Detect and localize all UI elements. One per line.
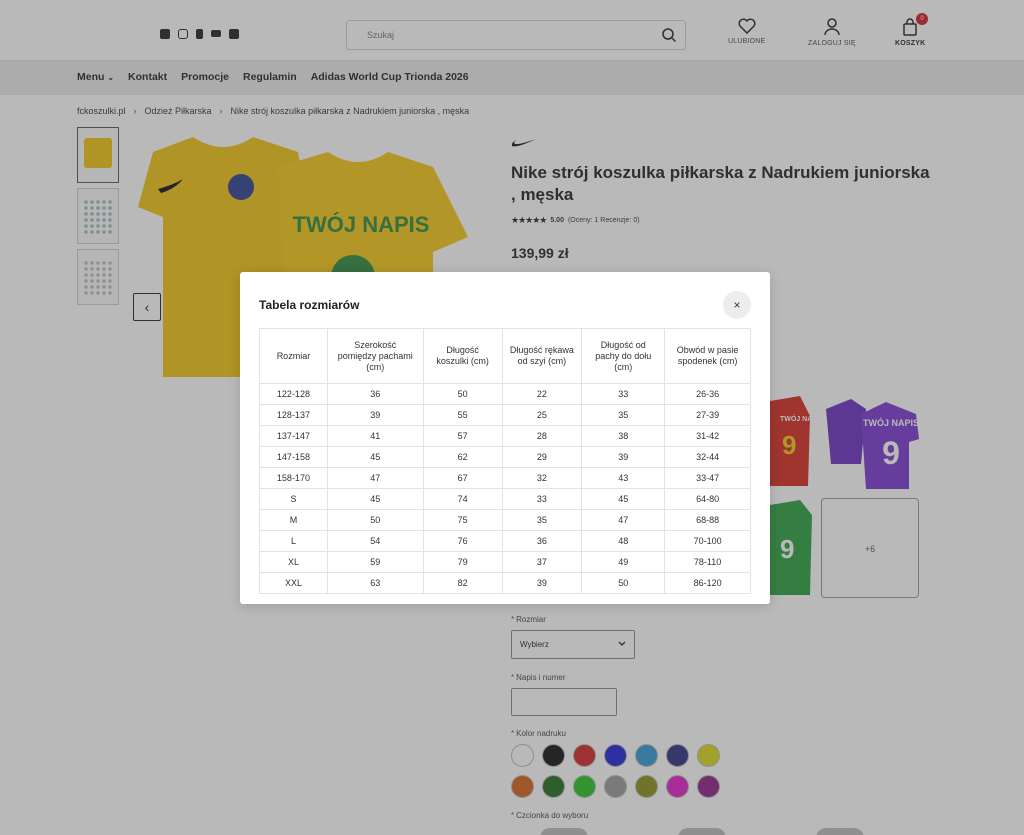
table-cell: 47 [581, 509, 666, 531]
table-cell: 39 [581, 446, 666, 468]
column-header: Długość koszulki (cm) [422, 328, 503, 384]
table-cell: 25 [501, 404, 583, 426]
table-row: XL 59 79 37 49 78-110 [259, 551, 751, 573]
table-cell: 22 [501, 383, 583, 405]
table-cell: 32-44 [664, 446, 751, 468]
table-cell: XXL [259, 572, 328, 594]
table-cell: 64-80 [664, 488, 751, 510]
table-cell: 43 [581, 467, 666, 489]
modal-title: Tabela rozmiarów [259, 298, 360, 312]
table-cell: 79 [422, 551, 503, 573]
table-cell: 32 [501, 467, 583, 489]
table-cell: L [259, 530, 328, 552]
table-cell: 36 [501, 530, 583, 552]
table-cell: 122-128 [259, 383, 328, 405]
table-cell: 48 [581, 530, 666, 552]
table-cell: 27-39 [664, 404, 751, 426]
table-cell: 75 [422, 509, 503, 531]
table-cell: 158-170 [259, 467, 328, 489]
column-header: Rozmiar [259, 328, 328, 384]
table-cell: 37 [501, 551, 583, 573]
close-button[interactable]: × [723, 291, 751, 319]
table-cell: 39 [501, 572, 583, 594]
table-row: S 45 74 33 45 64-80 [259, 488, 751, 510]
table-cell: 76 [422, 530, 503, 552]
table-cell: 137-147 [259, 425, 328, 447]
column-header: Długość rękawa od szyi (cm) [501, 328, 583, 384]
table-cell: 28 [501, 425, 583, 447]
column-header: Obwód w pasie spodenek (cm) [664, 328, 751, 384]
table-cell: 38 [581, 425, 666, 447]
table-cell: 68-88 [664, 509, 751, 531]
table-cell: S [259, 488, 328, 510]
table-cell: 41 [326, 425, 424, 447]
table-row: 137-147 41 57 28 38 31-42 [259, 425, 751, 447]
table-cell: 45 [581, 488, 666, 510]
table-cell: 78-110 [664, 551, 751, 573]
table-cell: 33 [501, 488, 583, 510]
table-header-row: Rozmiar Szerokość pomiędzy pachami (cm) … [259, 328, 751, 384]
column-header: Długość od pachy do dołu (cm) [581, 328, 666, 384]
table-row: L 54 76 36 48 70-100 [259, 530, 751, 552]
table-row: 147-158 45 62 29 39 32-44 [259, 446, 751, 468]
table-cell: 57 [422, 425, 503, 447]
table-cell: 45 [326, 488, 424, 510]
table-cell: 55 [422, 404, 503, 426]
table-cell: 70-100 [664, 530, 751, 552]
table-cell: 33 [581, 383, 666, 405]
table-row: 122-128 36 50 22 33 26-36 [259, 383, 751, 405]
column-header: Szerokość pomiędzy pachami (cm) [326, 328, 424, 384]
table-cell: 49 [581, 551, 666, 573]
table-cell: 74 [422, 488, 503, 510]
table-cell: 31-42 [664, 425, 751, 447]
table-cell: 62 [422, 446, 503, 468]
table-cell: 50 [326, 509, 424, 531]
table-cell: 82 [422, 572, 503, 594]
table-cell: 35 [581, 404, 666, 426]
close-icon: × [733, 298, 741, 312]
table-cell: 35 [501, 509, 583, 531]
table-cell: 45 [326, 446, 424, 468]
table-row: 128-137 39 55 25 35 27-39 [259, 404, 751, 426]
table-cell: 50 [581, 572, 666, 594]
table-cell: 29 [501, 446, 583, 468]
table-cell: M [259, 509, 328, 531]
table-row: 158-170 47 67 32 43 33-47 [259, 467, 751, 489]
table-cell: 63 [326, 572, 424, 594]
table-cell: 39 [326, 404, 424, 426]
table-cell: 67 [422, 467, 503, 489]
table-cell: 26-36 [664, 383, 751, 405]
table-cell: 50 [422, 383, 503, 405]
table-cell: 47 [326, 467, 424, 489]
table-cell: 86-120 [664, 572, 751, 594]
table-row: M 50 75 35 47 68-88 [259, 509, 751, 531]
size-chart-modal: Tabela rozmiarów × Rozmiar Szerokość pom… [240, 272, 770, 604]
table-cell: 59 [326, 551, 424, 573]
table-cell: 147-158 [259, 446, 328, 468]
table-cell: 33-47 [664, 467, 751, 489]
table-cell: XL [259, 551, 328, 573]
table-row: XXL 63 82 39 50 86-120 [259, 572, 751, 594]
table-cell: 128-137 [259, 404, 328, 426]
table-cell: 36 [326, 383, 424, 405]
size-chart-table: Rozmiar Szerokość pomiędzy pachami (cm) … [259, 328, 751, 594]
table-cell: 54 [326, 530, 424, 552]
